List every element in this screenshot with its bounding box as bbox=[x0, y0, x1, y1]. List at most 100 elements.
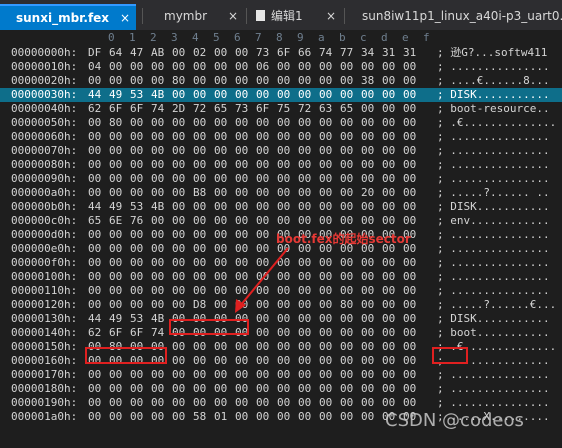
hex-byte[interactable]: 00 bbox=[214, 368, 227, 382]
hex-byte[interactable]: 00 bbox=[319, 326, 332, 340]
hex-row[interactable]: 00000020h: 00 00 00 00 80 00 00 00 00 00 00 00 00 38 00… bbox=[0, 74, 562, 88]
hex-byte[interactable]: 00 bbox=[319, 270, 332, 284]
hex-byte[interactable]: 00 bbox=[172, 144, 185, 158]
hex-row[interactable]: 000000c0h: 65 6E 76 00 00 00 00 00 00 00 00 00 00 00 00… bbox=[0, 214, 562, 228]
hex-byte[interactable]: 00 bbox=[382, 270, 395, 284]
hex-byte[interactable]: 00 bbox=[403, 354, 416, 368]
hex-byte[interactable]: 00 bbox=[319, 200, 332, 214]
hex-byte[interactable]: 00 bbox=[298, 270, 311, 284]
hex-byte[interactable]: 00 bbox=[256, 88, 269, 102]
hex-byte[interactable]: 00 bbox=[130, 256, 143, 270]
hex-byte[interactable]: 65 bbox=[340, 102, 353, 116]
hex-byte[interactable]: 00 bbox=[298, 214, 311, 228]
hex-byte[interactable]: 04 bbox=[88, 60, 101, 74]
hex-byte[interactable]: 00 bbox=[151, 186, 164, 200]
hex-byte[interactable]: 6E bbox=[109, 214, 122, 228]
hex-byte[interactable]: 00 bbox=[109, 382, 122, 396]
hex-byte[interactable]: 00 bbox=[109, 186, 122, 200]
hex-byte[interactable]: 00 bbox=[151, 284, 164, 298]
hex-byte[interactable]: 00 bbox=[403, 116, 416, 130]
hex-byte[interactable]: 00 bbox=[172, 368, 185, 382]
hex-byte[interactable]: 00 bbox=[298, 158, 311, 172]
hex-byte[interactable]: 00 bbox=[130, 382, 143, 396]
hex-byte[interactable]: 44 bbox=[88, 312, 101, 326]
hex-byte[interactable]: 00 bbox=[214, 242, 227, 256]
hex-byte[interactable]: 00 bbox=[361, 326, 374, 340]
hex-byte[interactable]: 00 bbox=[172, 396, 185, 410]
hex-byte[interactable]: 00 bbox=[361, 214, 374, 228]
hex-byte[interactable]: 00 bbox=[130, 284, 143, 298]
hex-row[interactable]: 00000140h: 62 6F 6F 74 00 00 00 00 00 00 00 00 00 00 00… bbox=[0, 326, 562, 340]
hex-byte[interactable]: 76 bbox=[130, 214, 143, 228]
hex-byte[interactable]: 00 bbox=[214, 200, 227, 214]
hex-byte[interactable]: 00 bbox=[235, 116, 248, 130]
hex-byte[interactable]: 00 bbox=[172, 410, 185, 424]
hex-byte[interactable]: 00 bbox=[340, 368, 353, 382]
hex-byte[interactable]: 00 bbox=[277, 130, 290, 144]
hex-byte[interactable]: 00 bbox=[214, 130, 227, 144]
hex-byte[interactable]: 47 bbox=[130, 46, 143, 60]
hex-byte[interactable]: 00 bbox=[340, 382, 353, 396]
hex-byte[interactable]: 00 bbox=[340, 284, 353, 298]
hex-byte[interactable]: 00 bbox=[403, 368, 416, 382]
hex-byte[interactable]: 00 bbox=[298, 354, 311, 368]
hex-byte[interactable]: 00 bbox=[382, 102, 395, 116]
hex-byte[interactable]: 00 bbox=[277, 396, 290, 410]
hex-byte[interactable]: 00 bbox=[256, 298, 269, 312]
hex-byte[interactable]: 00 bbox=[88, 382, 101, 396]
hex-byte[interactable]: 00 bbox=[277, 88, 290, 102]
hex-byte[interactable]: 00 bbox=[193, 242, 206, 256]
hex-byte[interactable]: 00 bbox=[298, 312, 311, 326]
hex-byte[interactable]: 00 bbox=[214, 116, 227, 130]
tab-edit1[interactable]: 编辑1 × bbox=[250, 4, 342, 30]
hex-byte[interactable]: 00 bbox=[235, 242, 248, 256]
hex-byte[interactable]: 00 bbox=[403, 256, 416, 270]
hex-byte[interactable]: 00 bbox=[151, 368, 164, 382]
hex-byte[interactable]: 74 bbox=[151, 326, 164, 340]
hex-byte[interactable]: 00 bbox=[172, 214, 185, 228]
hex-byte[interactable]: 00 bbox=[256, 256, 269, 270]
hex-byte[interactable]: 00 bbox=[214, 144, 227, 158]
hex-byte[interactable]: 00 bbox=[151, 60, 164, 74]
hex-byte[interactable]: 00 bbox=[277, 256, 290, 270]
hex-row[interactable]: 00000130h: 44 49 53 4B 00 00 00 00 00 00 00 00 00 00 00… bbox=[0, 312, 562, 326]
hex-byte[interactable]: 00 bbox=[235, 354, 248, 368]
hex-byte[interactable]: 00 bbox=[361, 130, 374, 144]
hex-byte[interactable]: 00 bbox=[88, 396, 101, 410]
hex-byte[interactable]: DF bbox=[88, 46, 101, 60]
hex-byte[interactable]: 00 bbox=[298, 144, 311, 158]
hex-byte[interactable]: 00 bbox=[319, 382, 332, 396]
hex-byte[interactable]: 00 bbox=[256, 130, 269, 144]
hex-byte[interactable]: 00 bbox=[88, 284, 101, 298]
hex-byte[interactable]: 00 bbox=[256, 410, 269, 424]
hex-byte[interactable]: 00 bbox=[88, 158, 101, 172]
hex-byte[interactable]: 38 bbox=[361, 74, 374, 88]
hex-byte[interactable]: 63 bbox=[319, 102, 332, 116]
hex-byte[interactable]: 00 bbox=[382, 256, 395, 270]
hex-byte[interactable]: 44 bbox=[88, 88, 101, 102]
hex-byte[interactable]: 00 bbox=[277, 186, 290, 200]
hex-byte[interactable]: 00 bbox=[403, 382, 416, 396]
hex-byte[interactable]: 00 bbox=[277, 354, 290, 368]
hex-byte[interactable]: 72 bbox=[298, 102, 311, 116]
hex-byte[interactable]: 00 bbox=[256, 396, 269, 410]
hex-byte[interactable]: 01 bbox=[214, 410, 227, 424]
hex-byte[interactable]: 62 bbox=[88, 326, 101, 340]
hex-byte[interactable]: 00 bbox=[88, 228, 101, 242]
hex-byte[interactable]: 00 bbox=[235, 214, 248, 228]
hex-byte[interactable]: 00 bbox=[403, 186, 416, 200]
hex-byte[interactable]: 80 bbox=[109, 116, 122, 130]
hex-byte[interactable]: 00 bbox=[130, 158, 143, 172]
hex-byte[interactable]: 00 bbox=[256, 228, 269, 242]
hex-byte[interactable]: 00 bbox=[256, 354, 269, 368]
hex-byte[interactable]: 00 bbox=[235, 46, 248, 60]
hex-byte[interactable]: 31 bbox=[382, 46, 395, 60]
hex-row[interactable]: 00000040h: 62 6F 6F 74 2D 72 65 73 6F 75 72 63 65 00 00… bbox=[0, 102, 562, 116]
hex-byte[interactable]: 00 bbox=[382, 88, 395, 102]
hex-byte[interactable]: 00 bbox=[235, 130, 248, 144]
hex-byte[interactable]: 00 bbox=[235, 144, 248, 158]
hex-byte[interactable]: 00 bbox=[382, 214, 395, 228]
hex-byte[interactable]: 00 bbox=[235, 284, 248, 298]
hex-byte[interactable]: 00 bbox=[214, 228, 227, 242]
hex-byte[interactable]: 74 bbox=[319, 46, 332, 60]
